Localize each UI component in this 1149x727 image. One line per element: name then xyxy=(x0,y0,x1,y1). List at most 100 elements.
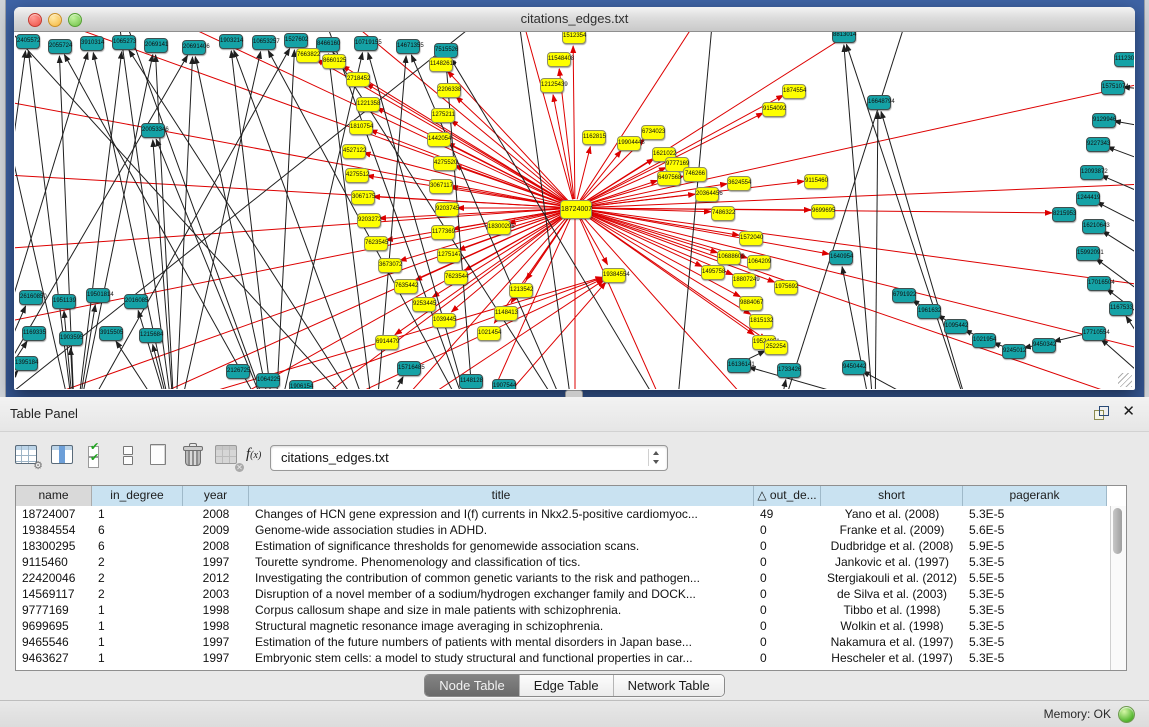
network-node[interactable]: 1177369 xyxy=(431,225,455,240)
network-node[interactable]: 4275512 xyxy=(345,168,369,183)
table-row[interactable]: 946362711997Embryonic stem cells: a mode… xyxy=(16,650,1111,666)
function-builder-icon[interactable]: f(x) xyxy=(246,446,261,463)
network-node[interactable]: 9129946 xyxy=(1092,113,1116,128)
column-header-name[interactable]: name xyxy=(16,486,92,506)
network-node[interactable]: 14671355 xyxy=(396,39,420,54)
network-node[interactable]: 9884067 xyxy=(739,296,763,311)
network-node[interactable]: 11548408 xyxy=(547,52,571,67)
network-node[interactable]: 9203272 xyxy=(357,213,381,228)
network-node[interactable]: 6791922 xyxy=(892,288,916,303)
float-panel-icon[interactable] xyxy=(1094,406,1109,420)
network-canvas[interactable]: 2405572205572439103141065273206914120691… xyxy=(15,32,1134,389)
network-node[interactable]: 1021954 xyxy=(972,333,996,348)
network-node[interactable]: 9203745 xyxy=(435,202,459,217)
network-node[interactable]: 1169335 xyxy=(22,326,46,341)
network-node[interactable]: 10719155 xyxy=(354,36,378,51)
network-node[interactable]: 9253445 xyxy=(412,297,436,312)
table-options-icon[interactable]: ⚙ xyxy=(14,442,40,468)
column-header-short[interactable]: short xyxy=(821,486,963,506)
tab-network-table[interactable]: Network Table xyxy=(614,675,724,696)
network-node[interactable]: 1442054 xyxy=(427,132,451,147)
create-table-icon[interactable] xyxy=(146,442,172,468)
network-node[interactable]: 9227343 xyxy=(1086,137,1110,152)
network-node[interactable]: 8660125 xyxy=(322,54,346,69)
network-node[interactable]: 1065273 xyxy=(112,35,136,50)
network-node[interactable]: 9450342 xyxy=(1032,338,1056,353)
network-node[interactable]: 19904448 xyxy=(617,136,641,151)
network-node[interactable]: 18300295 xyxy=(487,220,511,235)
network-node[interactable]: 17710554 xyxy=(1082,326,1106,341)
network-node[interactable]: 1112304 xyxy=(1114,52,1134,67)
network-node[interactable]: 15751074 xyxy=(1101,80,1125,95)
network-node[interactable]: 1903214 xyxy=(219,34,243,49)
network-node[interactable]: 1162815 xyxy=(582,130,606,145)
network-node[interactable]: 1213542 xyxy=(509,283,533,298)
table-row[interactable]: 1938455462009Genome-wide association stu… xyxy=(16,522,1111,538)
table-row[interactable]: 946554611997Estimation of the future num… xyxy=(16,634,1111,650)
network-node[interactable]: 9115460 xyxy=(804,174,828,189)
network-node[interactable]: 2055724 xyxy=(48,39,72,54)
network-node[interactable]: 19501814 xyxy=(86,288,110,303)
network-node[interactable]: 1733426 xyxy=(777,363,801,378)
table-row[interactable]: 2242004622012Investigating the contribut… xyxy=(16,570,1111,586)
network-node[interactable]: 252254 xyxy=(764,340,788,355)
tab-edge-table[interactable]: Edge Table xyxy=(520,675,614,696)
network-node[interactable]: 6734023 xyxy=(641,125,665,140)
network-node[interactable]: 2405572 xyxy=(16,34,40,49)
network-node[interactable]: 9450442 xyxy=(842,360,866,375)
network-node[interactable]: 19384554 xyxy=(602,268,626,283)
network-node[interactable]: 1095442 xyxy=(944,319,968,334)
table-row[interactable]: 1830029562008Estimation of significance … xyxy=(16,538,1111,554)
memory-status-green-icon[interactable] xyxy=(1118,706,1135,723)
network-node[interactable]: 4275520 xyxy=(433,156,457,171)
network-node[interactable]: 1039445 xyxy=(432,313,456,328)
network-node[interactable]: 1512354 xyxy=(562,32,586,44)
window-titlebar[interactable]: citations_edges.txt xyxy=(14,7,1135,32)
network-node[interactable]: 9245012 xyxy=(1002,344,1026,359)
network-node[interactable]: 8215953 xyxy=(1052,207,1076,222)
network-node[interactable]: 3673072 xyxy=(378,258,402,273)
network-node[interactable]: 10653257 xyxy=(252,35,276,50)
network-node[interactable]: 15992091 xyxy=(1076,246,1100,261)
network-node[interactable]: 2126725 xyxy=(226,364,250,379)
network-node[interactable]: 2718452 xyxy=(346,72,370,87)
network-node[interactable]: 12125439 xyxy=(540,78,564,93)
network-node[interactable]: 17016504 xyxy=(1087,276,1111,291)
network-node[interactable]: 1495758 xyxy=(701,265,725,280)
delete-table-icon[interactable] xyxy=(180,442,206,468)
network-node[interactable]: 7623544 xyxy=(444,270,468,285)
network-node[interactable]: 1572040 xyxy=(739,231,763,246)
network-node[interactable]: 1395184 xyxy=(15,356,38,371)
close-panel-icon[interactable]: ✕ xyxy=(1122,404,1135,420)
network-node[interactable]: 16210643 xyxy=(1082,219,1106,234)
network-node[interactable]: 3915505 xyxy=(99,326,123,341)
network-node[interactable]: 20691406 xyxy=(182,40,206,55)
network-node[interactable]: 26160850 xyxy=(19,290,43,305)
column-header-year[interactable]: year xyxy=(183,486,249,506)
network-node[interactable]: 4527122 xyxy=(342,144,366,159)
network-node[interactable]: 7486322 xyxy=(711,206,735,221)
network-node[interactable]: 6914479 xyxy=(375,335,399,350)
network-node[interactable]: 9699695 xyxy=(811,204,835,219)
network-node[interactable]: 3624554 xyxy=(727,176,751,191)
network-node[interactable]: 3067117 xyxy=(429,179,453,194)
table-row[interactable]: 977716911998Corpus callosum shape and si… xyxy=(16,602,1111,618)
network-node[interactable]: 1961632 xyxy=(917,304,941,319)
network-node[interactable]: 7515526 xyxy=(434,43,458,58)
resize-grip-icon[interactable] xyxy=(1118,373,1132,387)
tab-node-table[interactable]: Node Table xyxy=(425,675,520,696)
network-node[interactable]: 1148413 xyxy=(494,306,518,321)
network-node[interactable]: 7663822 xyxy=(296,48,320,63)
network-node[interactable]: 18807249 xyxy=(732,273,756,288)
network-node[interactable]: 10688609 xyxy=(717,250,741,265)
column-header-out_de[interactable]: △ out_de... xyxy=(754,486,821,506)
table-row[interactable]: 1872400712008Changes of HCN gene express… xyxy=(16,506,1111,522)
network-node[interactable]: 1167533 xyxy=(1109,301,1133,316)
network-node[interactable]: 1064209 xyxy=(747,255,771,270)
network-node[interactable]: 1874554 xyxy=(782,84,806,99)
network-node[interactable]: 7623545 xyxy=(364,236,388,251)
network-node[interactable]: 1903595 xyxy=(59,331,83,346)
table-select-dropdown[interactable]: citations_edges.txt xyxy=(270,445,668,471)
table-row[interactable]: 1456911722003Disruption of a novel membe… xyxy=(16,586,1111,602)
network-node[interactable]: 12093872 xyxy=(1080,165,1104,180)
